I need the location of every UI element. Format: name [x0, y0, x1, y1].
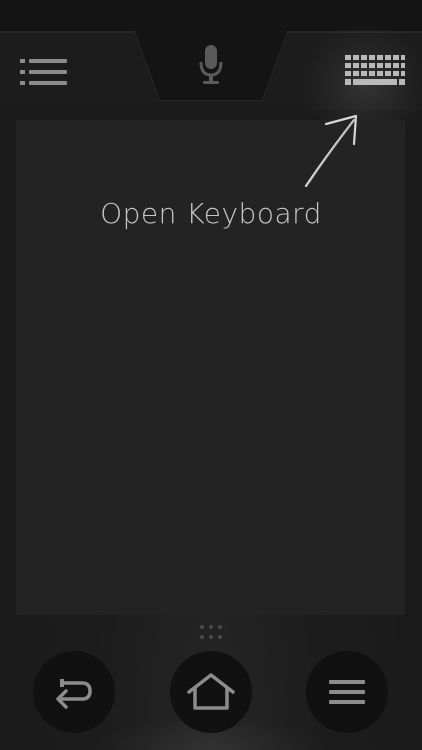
keyboard-icon	[345, 55, 405, 85]
touchpad-area[interactable]	[16, 120, 405, 615]
drag-handle[interactable]	[197, 625, 225, 641]
remote-screen: Open Keyboard	[0, 0, 422, 750]
back-icon	[56, 679, 92, 709]
back-button[interactable]	[33, 651, 115, 733]
menu-button[interactable]	[306, 651, 388, 733]
keyboard-button[interactable]	[334, 42, 416, 100]
home-button[interactable]	[170, 651, 252, 733]
grip-dot	[209, 635, 213, 639]
grip-dot	[209, 625, 213, 629]
hint-arrow-icon	[304, 114, 358, 188]
list-button[interactable]	[14, 52, 74, 92]
voice-search-button[interactable]	[186, 38, 236, 90]
home-icon	[187, 673, 235, 710]
list-icon	[20, 59, 67, 85]
grip-dot	[200, 625, 204, 629]
grip-dot	[200, 635, 204, 639]
microphone-icon	[199, 45, 223, 84]
toolbar	[0, 0, 422, 150]
grip-dot	[218, 625, 222, 629]
grip-dot	[218, 635, 222, 639]
menu-icon	[329, 680, 365, 704]
open-keyboard-hint: Open Keyboard	[100, 197, 322, 230]
